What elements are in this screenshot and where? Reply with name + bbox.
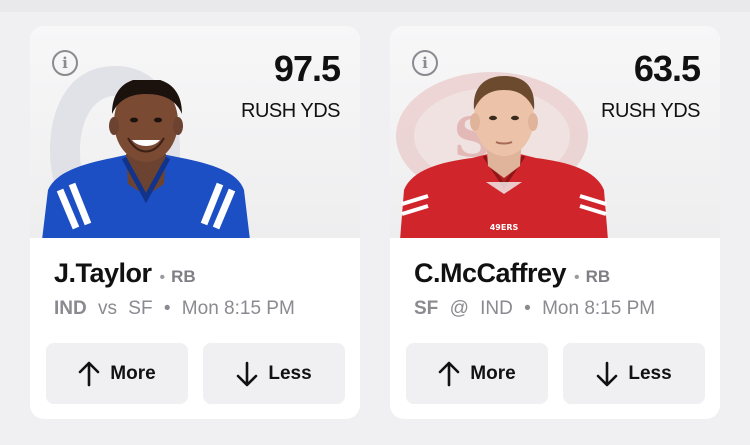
separator-dot: • (574, 269, 580, 286)
player-headshot (42, 80, 250, 238)
less-button[interactable]: Less (563, 343, 705, 404)
player-headshot: 49ERS (400, 76, 608, 238)
matchup-separator: vs (98, 298, 118, 319)
svg-text:49ERS: 49ERS (490, 223, 519, 232)
info-icon[interactable]: i (52, 50, 78, 76)
player-card-mccaffrey[interactable]: SF i 63.5 RUSH YDS (390, 26, 720, 419)
game-info: IND vs SF • Mon 8:15 PM (54, 298, 295, 320)
opponent-team: SF (128, 298, 153, 319)
matchup-separator: @ (449, 298, 469, 319)
player-position: RB (171, 267, 196, 286)
player-name-row: C.McCaffrey • RB (414, 258, 610, 289)
opponent-team: IND (480, 298, 513, 319)
stat-label: RUSH YDS (601, 100, 701, 122)
player-team: SF (414, 298, 439, 319)
stat-label: RUSH YDS (241, 100, 341, 122)
arrow-down-icon (237, 361, 258, 386)
player-photo-area: SF i 63.5 RUSH YDS (390, 26, 720, 238)
player-card-taylor[interactable]: i 97.5 RUSH YDS J.Taylor • RB IND vs SF … (30, 26, 360, 419)
player-position: RB (585, 267, 611, 286)
player-name-row: J.Taylor • RB (54, 258, 196, 289)
more-button-label: More (470, 362, 516, 384)
player-name: C.McCaffrey (414, 258, 567, 288)
separator-dot: • (159, 269, 166, 286)
stat-value: 63.5 (633, 48, 701, 89)
less-button-label: Less (628, 362, 672, 384)
stat-value: 97.5 (273, 48, 341, 89)
more-button[interactable]: More (406, 343, 548, 404)
player-team: IND (54, 298, 87, 319)
arrow-up-icon (438, 361, 460, 386)
top-divider (0, 0, 750, 12)
arrow-up-icon (78, 361, 100, 386)
game-time: Mon 8:15 PM (542, 298, 656, 319)
game-info: SF @ IND • Mon 8:15 PM (414, 298, 655, 320)
separator-dot: • (163, 298, 171, 319)
player-photo-area: i 97.5 RUSH YDS (30, 26, 360, 238)
more-button-label: More (110, 362, 156, 384)
less-button[interactable]: Less (203, 343, 345, 404)
game-time: Mon 8:15 PM (181, 298, 295, 319)
more-button[interactable]: More (46, 343, 188, 404)
separator-dot: • (524, 298, 531, 319)
arrow-down-icon (597, 361, 618, 386)
less-button-label: Less (268, 362, 312, 384)
player-name: J.Taylor (54, 258, 152, 288)
